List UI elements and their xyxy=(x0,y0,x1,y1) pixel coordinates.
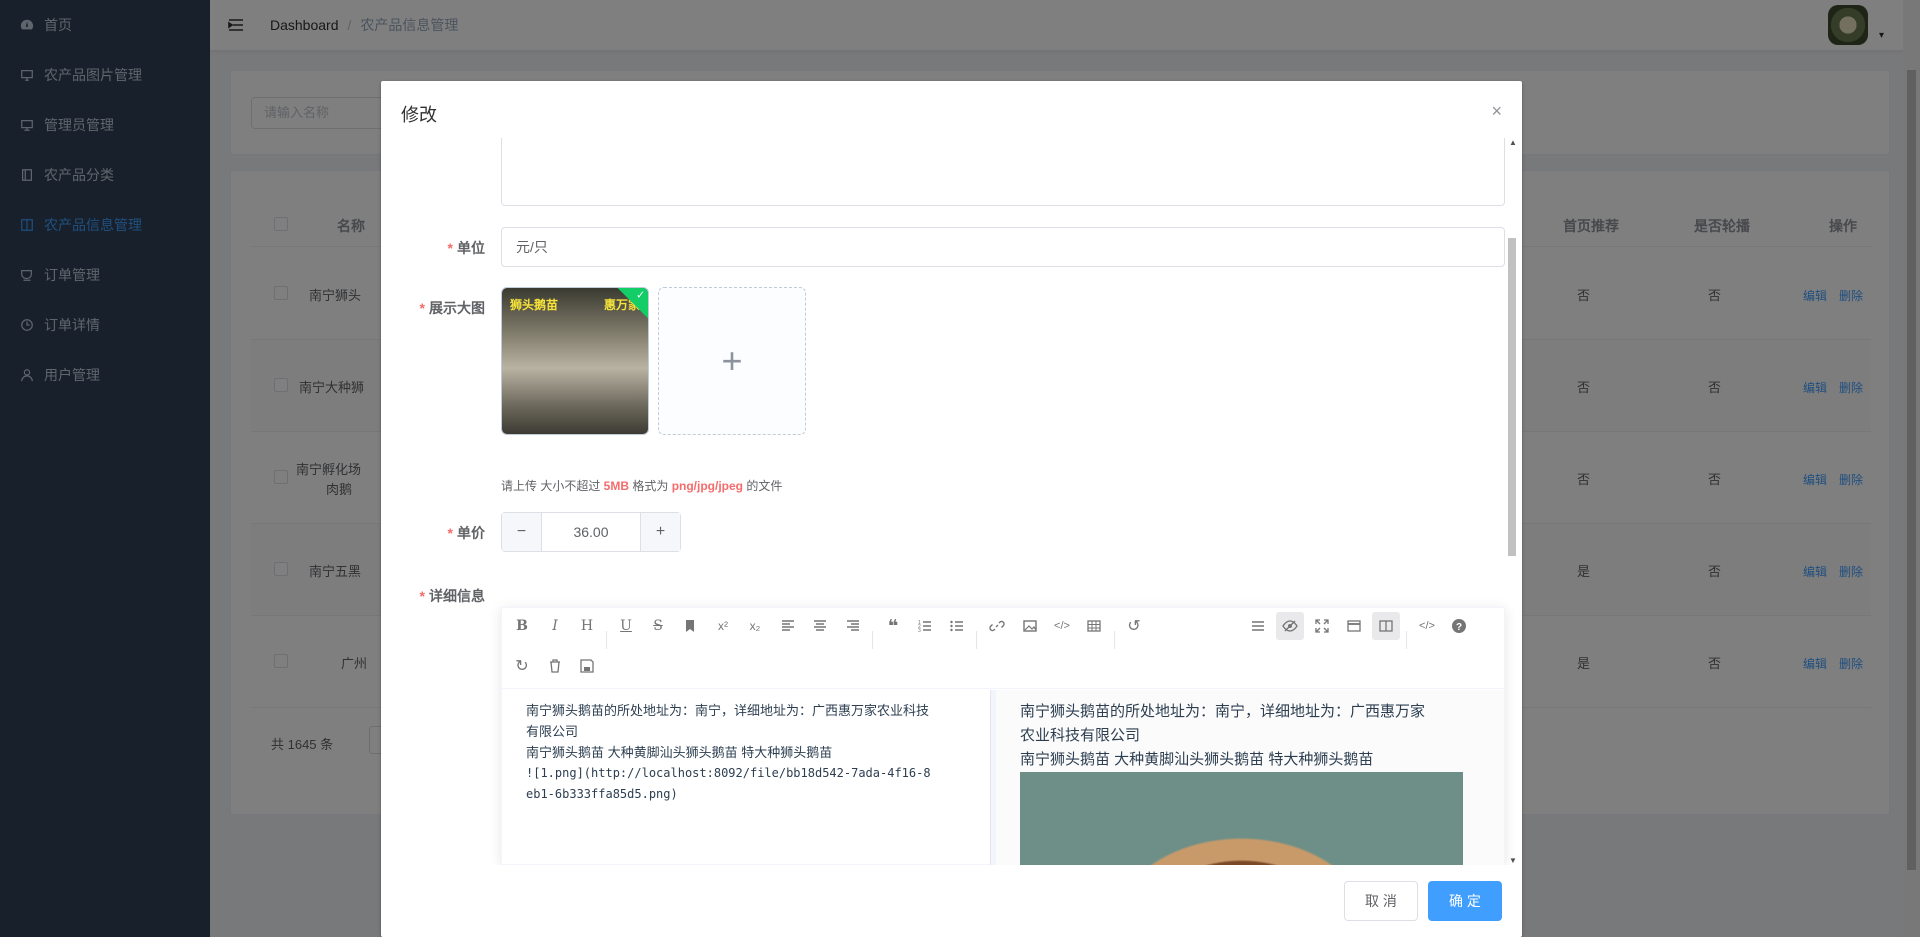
heading-icon[interactable]: H xyxy=(573,612,601,640)
window-icon[interactable] xyxy=(1340,612,1368,640)
trash-icon[interactable] xyxy=(541,652,569,680)
source-line: ![1.png](http://localhost:8092/file/bb18… xyxy=(526,766,931,780)
unit-label: * 单位 xyxy=(447,240,485,256)
svg-text:?: ? xyxy=(1456,622,1462,633)
superscript-icon[interactable]: x² xyxy=(709,612,737,640)
upload-button[interactable]: + xyxy=(658,287,806,435)
price-input[interactable]: 36.00 xyxy=(542,513,640,551)
decrease-button[interactable]: − xyxy=(502,513,542,551)
source-line: eb1-6b333ffa85d5.png) xyxy=(526,787,678,801)
bold-icon[interactable]: B xyxy=(508,612,536,640)
help-icon[interactable]: ? xyxy=(1445,612,1473,640)
dialog-footer: 取 消 确 定 xyxy=(381,865,1522,937)
italic-icon[interactable]: I xyxy=(541,612,569,640)
table-icon[interactable] xyxy=(1080,612,1108,640)
markdown-editor: B I H U S x² x₂ ❝ 123 </> ↺ ↻ </> ? 南宁狮头… xyxy=(501,607,1505,865)
ordered-list-icon[interactable]: 123 xyxy=(911,612,939,640)
align-left-icon[interactable] xyxy=(774,612,802,640)
align-center-icon[interactable] xyxy=(806,612,834,640)
save-icon[interactable] xyxy=(573,652,601,680)
uploaded-image[interactable]: 狮头鹅苗 惠万家 ✓ xyxy=(501,287,649,435)
editor-toolbar: B I H U S x² x₂ ❝ 123 </> ↺ ↻ </> ? xyxy=(502,608,1504,689)
align-right-icon[interactable] xyxy=(839,612,867,640)
unordered-list-icon[interactable] xyxy=(943,612,971,640)
strikethrough-icon[interactable]: S xyxy=(644,612,672,640)
preview-line: 南宁狮头鹅苗 大种黄脚汕头狮头鹅苗 特大种狮头鹅苗 xyxy=(1020,751,1374,768)
price-stepper: − 36.00 + xyxy=(501,512,681,552)
bookmark-icon[interactable] xyxy=(676,612,704,640)
check-icon: ✓ xyxy=(636,289,646,302)
plus-icon: + xyxy=(721,340,743,381)
source-line: 南宁狮头鹅苗 大种黄脚汕头狮头鹅苗 特大种狮头鹅苗 xyxy=(526,745,833,760)
subscript-icon[interactable]: x₂ xyxy=(741,612,769,640)
dialog-scrollbar[interactable]: ▲ ▼ xyxy=(1506,138,1518,865)
redo-icon[interactable]: ↻ xyxy=(508,652,536,680)
svg-text:3: 3 xyxy=(918,628,921,634)
dialog-scrollbar-thumb[interactable] xyxy=(1508,238,1516,556)
source-line: 南宁狮头鹅苗的所处地址为：南宁，详细地址为：广西惠万家农业科技 xyxy=(526,703,930,718)
image-label: * 展示大图 xyxy=(419,300,485,316)
preview-image xyxy=(1020,772,1463,865)
preview-toggle-icon[interactable] xyxy=(1276,612,1304,640)
cancel-button[interactable]: 取 消 xyxy=(1344,881,1418,921)
markdown-source[interactable]: 南宁狮头鹅苗的所处地址为：南宁，详细地址为：广西惠万家农业科技 有限公司 南宁狮… xyxy=(502,690,990,865)
increase-button[interactable]: + xyxy=(640,513,680,551)
link-icon[interactable] xyxy=(983,612,1011,640)
quote-icon[interactable]: ❝ xyxy=(879,612,907,640)
dialog-title: 修改 xyxy=(401,105,437,125)
thumb-text-left: 狮头鹅苗 xyxy=(510,298,559,312)
unit-input[interactable]: 元/只 xyxy=(501,227,1505,267)
upload-tip: 请上传 大小不超过 5MB 格式为 png/jpg/jpeg 的文件 xyxy=(501,479,783,493)
undo-icon[interactable]: ↺ xyxy=(1120,612,1148,640)
preview-line: 农业科技有限公司 xyxy=(1020,727,1141,744)
image-icon[interactable] xyxy=(1016,612,1044,640)
scroll-up-icon[interactable]: ▲ xyxy=(1509,138,1517,147)
edit-dialog: 修改 × * 单位 元/只 * 展示大图 狮头鹅苗 惠万家 ✓ + 请上传 大小不超… xyxy=(381,81,1522,937)
source-line: 有限公司 xyxy=(526,724,579,739)
html-code-icon[interactable]: </> xyxy=(1413,612,1441,640)
scroll-down-icon[interactable]: ▼ xyxy=(1509,856,1517,865)
confirm-button[interactable]: 确 定 xyxy=(1428,881,1502,921)
fullscreen-icon[interactable] xyxy=(1308,612,1336,640)
split-view-icon[interactable] xyxy=(1372,612,1400,640)
detail-label: * 详细信息 xyxy=(419,588,485,604)
price-label: * 单价 xyxy=(447,525,485,541)
markdown-preview: 南宁狮头鹅苗的所处地址为：南宁，详细地址为：广西惠万家 农业科技有限公司 南宁狮… xyxy=(996,690,1504,865)
code-icon[interactable]: </> xyxy=(1048,612,1076,640)
description-textarea[interactable] xyxy=(501,138,1505,206)
close-icon[interactable]: × xyxy=(1491,101,1502,122)
navigation-icon[interactable] xyxy=(1244,612,1272,640)
underline-icon[interactable]: U xyxy=(612,612,640,640)
dialog-body: * 单位 元/只 * 展示大图 狮头鹅苗 惠万家 ✓ + 请上传 大小不超过 5MB… xyxy=(381,138,1522,865)
preview-line: 南宁狮头鹅苗的所处地址为：南宁，详细地址为：广西惠万家 xyxy=(1020,703,1426,720)
